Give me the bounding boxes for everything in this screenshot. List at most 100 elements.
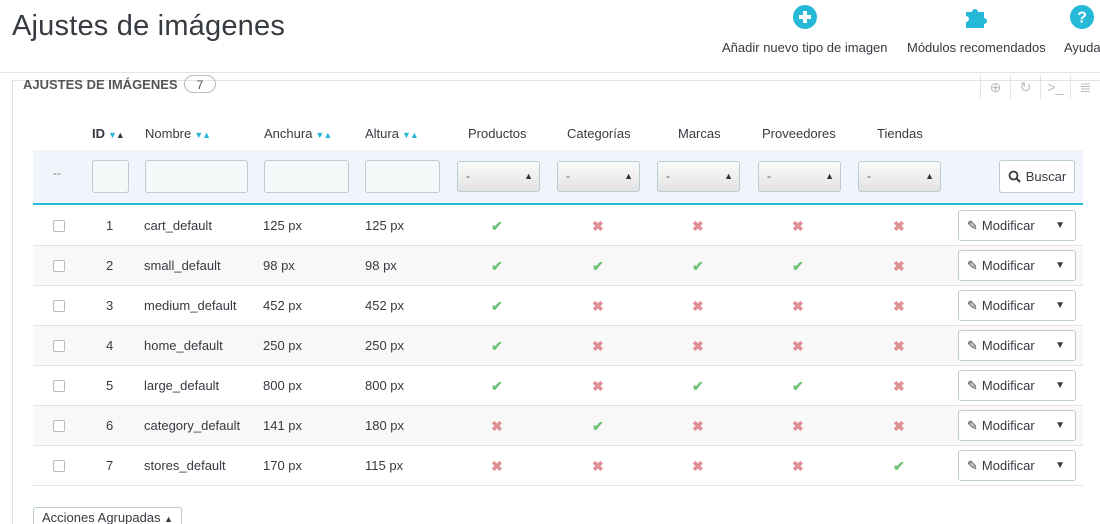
edit-button[interactable]: ✎ Modificar ▼ xyxy=(958,410,1076,441)
caret-down-icon[interactable]: ▼ xyxy=(1055,340,1065,351)
row-checkbox[interactable] xyxy=(53,300,65,312)
add-image-type-label: Añadir nuevo tipo de imagen xyxy=(722,40,888,55)
cross-icon-brands[interactable]: ✖ xyxy=(692,458,704,475)
filter-categories-select[interactable]: - ▲ xyxy=(557,161,640,192)
filter-row: -- - ▲ - ▲ - ▲ - ▲ - ▲ Buscar xyxy=(33,150,1083,205)
sort-icon[interactable]: ▼▲ xyxy=(315,130,332,140)
edit-button[interactable]: ✎ Modificar ▼ xyxy=(958,250,1076,281)
check-icon-products[interactable]: ✔ xyxy=(491,218,503,235)
col-id[interactable]: ID ▼▲ xyxy=(92,126,125,141)
caret-down-icon[interactable]: ▼ xyxy=(1055,300,1065,311)
cell-height: 125 px xyxy=(365,218,405,233)
cross-icon-stores[interactable]: ✖ xyxy=(893,258,905,275)
filter-products-select[interactable]: - ▲ xyxy=(457,161,540,192)
row-checkbox[interactable] xyxy=(53,220,65,232)
col-stores: Tiendas xyxy=(877,126,923,141)
caret-down-icon[interactable]: ▼ xyxy=(1055,260,1065,271)
check-icon-stores[interactable]: ✔ xyxy=(893,458,905,475)
cell-width: 250 px xyxy=(263,338,303,353)
cross-icon-suppliers[interactable]: ✖ xyxy=(792,218,804,235)
cross-icon-stores[interactable]: ✖ xyxy=(893,378,905,395)
cross-icon-suppliers[interactable]: ✖ xyxy=(792,418,804,435)
check-icon-products[interactable]: ✔ xyxy=(491,298,503,315)
row-checkbox[interactable] xyxy=(53,260,65,272)
cross-icon-brands[interactable]: ✖ xyxy=(692,418,704,435)
cell-name: cart_default xyxy=(144,218,212,233)
cross-icon-brands[interactable]: ✖ xyxy=(692,298,704,315)
edit-button[interactable]: ✎ Modificar ▼ xyxy=(958,210,1076,241)
check-icon-suppliers[interactable]: ✔ xyxy=(792,258,804,275)
edit-button[interactable]: ✎ Modificar ▼ xyxy=(958,330,1076,361)
cross-icon-products[interactable]: ✖ xyxy=(491,418,503,435)
edit-button[interactable]: ✎ Modificar ▼ xyxy=(958,370,1076,401)
cell-height: 800 px xyxy=(365,378,405,393)
filter-width-input[interactable] xyxy=(264,160,349,193)
filter-id-input[interactable] xyxy=(92,160,129,193)
count-badge: 7 xyxy=(183,75,217,93)
sql-icon[interactable]: >_ xyxy=(1040,75,1070,99)
caret-down-icon[interactable]: ▼ xyxy=(1055,220,1065,231)
search-button[interactable]: Buscar xyxy=(999,160,1075,193)
check-icon-brands[interactable]: ✔ xyxy=(692,258,704,275)
edit-button[interactable]: ✎ Modificar ▼ xyxy=(958,450,1076,481)
filter-name-input[interactable] xyxy=(145,160,248,193)
cross-icon-categories[interactable]: ✖ xyxy=(592,338,604,355)
cell-name: small_default xyxy=(144,258,221,273)
recommended-modules-button[interactable]: Módulos recomendados xyxy=(907,4,1046,55)
filter-stores-select[interactable]: - ▲ xyxy=(858,161,941,192)
table-row: 7 stores_default 170 px 115 px ✖ ✖ ✖ ✖ ✔ ✎ Modific… xyxy=(33,446,1083,486)
help-button[interactable]: ? Ayuda xyxy=(1064,4,1100,55)
cross-icon-categories[interactable]: ✖ xyxy=(592,298,604,315)
check-icon-categories[interactable]: ✔ xyxy=(592,258,604,275)
filter-brands-select[interactable]: - ▲ xyxy=(657,161,740,192)
cell-name: large_default xyxy=(144,378,220,393)
cross-icon-suppliers[interactable]: ✖ xyxy=(792,298,804,315)
col-name[interactable]: Nombre ▼▲ xyxy=(145,126,211,141)
cross-icon-suppliers[interactable]: ✖ xyxy=(792,458,804,475)
sort-icon[interactable]: ▼▲ xyxy=(402,130,419,140)
sort-icon[interactable]: ▼▲ xyxy=(108,130,125,140)
row-checkbox[interactable] xyxy=(53,460,65,472)
col-width[interactable]: Anchura ▼▲ xyxy=(264,126,332,141)
table-row: 5 large_default 800 px 800 px ✔ ✖ ✔ ✔ ✖ ✎ Modifica… xyxy=(33,366,1083,406)
cross-icon-products[interactable]: ✖ xyxy=(491,458,503,475)
cross-icon-stores[interactable]: ✖ xyxy=(893,418,905,435)
cross-icon-brands[interactable]: ✖ xyxy=(692,338,704,355)
cell-id: 2 xyxy=(106,258,114,273)
row-checkbox[interactable] xyxy=(53,340,65,352)
check-icon-suppliers[interactable]: ✔ xyxy=(792,378,804,395)
cross-icon-categories[interactable]: ✖ xyxy=(592,458,604,475)
check-icon-categories[interactable]: ✔ xyxy=(592,418,604,435)
check-icon-products[interactable]: ✔ xyxy=(491,338,503,355)
caret-down-icon[interactable]: ▼ xyxy=(1055,460,1065,471)
cross-icon-suppliers[interactable]: ✖ xyxy=(792,338,804,355)
panel-heading-label: Ajustes de imágenes xyxy=(23,77,178,92)
cross-icon-stores[interactable]: ✖ xyxy=(893,338,905,355)
cross-icon-categories[interactable]: ✖ xyxy=(592,378,604,395)
cell-width: 170 px xyxy=(263,458,303,473)
caret-icon: ▲ xyxy=(164,514,174,524)
cross-icon-categories[interactable]: ✖ xyxy=(592,218,604,235)
edit-button[interactable]: ✎ Modificar ▼ xyxy=(958,290,1076,321)
refresh-icon[interactable]: ↻ xyxy=(1010,75,1040,99)
row-checkbox[interactable] xyxy=(53,420,65,432)
recommended-modules-label: Módulos recomendados xyxy=(907,40,1046,55)
cross-icon-brands[interactable]: ✖ xyxy=(692,218,704,235)
database-icon[interactable]: ≣ xyxy=(1070,75,1100,99)
check-icon-brands[interactable]: ✔ xyxy=(692,378,704,395)
row-checkbox[interactable] xyxy=(53,380,65,392)
caret-down-icon[interactable]: ▼ xyxy=(1055,380,1065,391)
cross-icon-stores[interactable]: ✖ xyxy=(893,298,905,315)
caret-down-icon[interactable]: ▼ xyxy=(1055,420,1065,431)
col-height[interactable]: Altura ▼▲ xyxy=(365,126,419,141)
check-icon-products[interactable]: ✔ xyxy=(491,378,503,395)
check-icon-products[interactable]: ✔ xyxy=(491,258,503,275)
cross-icon-stores[interactable]: ✖ xyxy=(893,218,905,235)
add-image-type-button[interactable]: Añadir nuevo tipo de imagen xyxy=(722,4,888,55)
add-icon[interactable]: ⊕ xyxy=(980,75,1010,99)
sort-icon[interactable]: ▼▲ xyxy=(194,130,211,140)
add-circle-icon xyxy=(722,4,888,34)
filter-suppliers-select[interactable]: - ▲ xyxy=(758,161,841,192)
filter-height-input[interactable] xyxy=(365,160,440,193)
bulk-actions-button[interactable]: Acciones Agrupadas ▲ xyxy=(33,507,183,524)
